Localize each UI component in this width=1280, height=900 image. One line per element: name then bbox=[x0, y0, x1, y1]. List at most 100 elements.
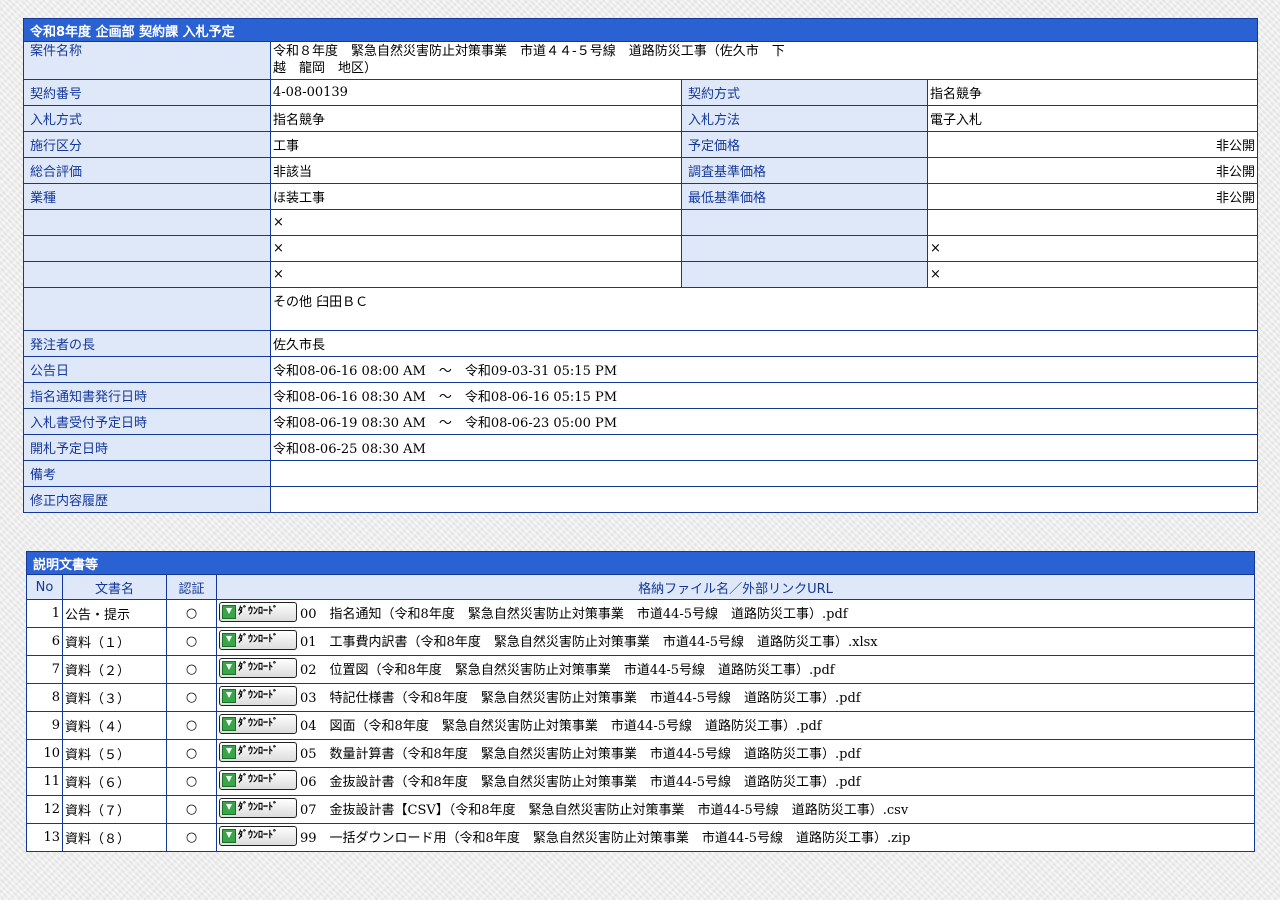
download-icon bbox=[222, 633, 236, 648]
doc-file-cell: ﾀﾞｳﾝﾛｰﾄﾞ 03 特記仕様書（令和8年度 緊急自然災害防止対策事業 市道44… bbox=[215, 683, 1256, 712]
document-row: 11 資料（６） ○ ﾀﾞｳﾝﾛｰﾄﾞ 06 金抜設計書（令和8年度 緊急自然災害防止対… bbox=[26, 767, 1256, 796]
survey-price-value: 非公開 bbox=[927, 157, 1258, 184]
download-button[interactable]: ﾀﾞｳﾝﾛｰﾄﾞ bbox=[219, 686, 297, 707]
doc-auth: ○ bbox=[166, 823, 217, 852]
history-value bbox=[270, 486, 1258, 513]
case-name-line1: 令和８年度 緊急自然災害防止対策事業 市道４４-５号線 道路防災工事（佐久市 下 bbox=[273, 44, 785, 59]
doc-name: 資料（１） bbox=[62, 627, 167, 656]
download-button[interactable]: ﾀﾞｳﾝﾛｰﾄﾞ bbox=[219, 742, 297, 763]
download-button-label: ﾀﾞｳﾝﾛｰﾄﾞ bbox=[238, 830, 278, 842]
download-button[interactable]: ﾀﾞｳﾝﾛｰﾄﾞ bbox=[219, 602, 297, 623]
contract-no-label: 契約番号 bbox=[23, 79, 271, 106]
doc-file-link[interactable]: 06 金抜設計書（令和8年度 緊急自然災害防止対策事業 市道44-5号線 道路防… bbox=[300, 775, 861, 790]
contract-method-value: 指名競争 bbox=[927, 79, 1258, 106]
document-row: 13 資料（８） ○ ﾀﾞｳﾝﾛｰﾄﾞ 99 一括ダウンロード用（令和8年度 緊急自然災… bbox=[26, 823, 1256, 852]
blank-label-3 bbox=[23, 261, 271, 288]
col-no-header: No bbox=[26, 574, 63, 600]
blank-label-2b bbox=[681, 235, 928, 262]
overall-label: 総合評価 bbox=[23, 157, 271, 184]
remarks-label: 備考 bbox=[23, 460, 271, 487]
orderer-label: 発注者の長 bbox=[23, 330, 271, 357]
bid-type-label: 入札方式 bbox=[23, 105, 271, 132]
col-auth-header: 認証 bbox=[166, 574, 217, 600]
download-button[interactable]: ﾀﾞｳﾝﾛｰﾄﾞ bbox=[219, 658, 297, 679]
x-value-1: × bbox=[270, 209, 682, 236]
doc-name: 資料（７） bbox=[62, 795, 167, 824]
doc-no: 12 bbox=[26, 795, 63, 824]
download-icon bbox=[222, 773, 236, 788]
document-row: 8 資料（３） ○ ﾀﾞｳﾝﾛｰﾄﾞ 03 特記仕様書（令和8年度 緊急自然災害防止対策… bbox=[26, 683, 1256, 712]
document-row: 7 資料（２） ○ ﾀﾞｳﾝﾛｰﾄﾞ 02 位置図（令和8年度 緊急自然災害防止対策事業… bbox=[26, 655, 1256, 684]
download-button[interactable]: ﾀﾞｳﾝﾛｰﾄﾞ bbox=[219, 630, 297, 651]
document-row: 12 資料（７） ○ ﾀﾞｳﾝﾛｰﾄﾞ 07 金抜設計書【CSV】（令和8年度 緊急自然… bbox=[26, 795, 1256, 824]
document-row: 1 公告・提示 ○ ﾀﾞｳﾝﾛｰﾄﾞ 00 指名通知（令和8年度 緊急自然災害防止対策事… bbox=[26, 599, 1256, 628]
bid-receipt-label: 入札書受付予定日時 bbox=[23, 408, 271, 435]
x-value-3b: × bbox=[927, 261, 1258, 288]
doc-name: 資料（２） bbox=[62, 655, 167, 684]
doc-file-link[interactable]: 04 図面（令和8年度 緊急自然災害防止対策事業 市道44-5号線 道路防災工事… bbox=[300, 719, 822, 734]
download-button-label: ﾀﾞｳﾝﾛｰﾄﾞ bbox=[238, 774, 278, 786]
download-button[interactable]: ﾀﾞｳﾝﾛｰﾄﾞ bbox=[219, 770, 297, 791]
download-icon bbox=[222, 689, 236, 704]
col-name-header: 文書名 bbox=[62, 574, 167, 600]
doc-name: 資料（４） bbox=[62, 711, 167, 740]
opening-label: 開札予定日時 bbox=[23, 434, 271, 461]
industry-value: ほ装工事 bbox=[270, 183, 682, 210]
download-button-label: ﾀﾞｳﾝﾛｰﾄﾞ bbox=[238, 690, 278, 702]
doc-file-link[interactable]: 05 数量計算書（令和8年度 緊急自然災害防止対策事業 市道44-5号線 道路防… bbox=[300, 747, 861, 762]
blank-label-other bbox=[23, 287, 271, 331]
other-value: その他 臼田ＢＣ bbox=[270, 287, 1258, 331]
survey-price-label: 調査基準価格 bbox=[681, 157, 928, 184]
doc-file-link[interactable]: 03 特記仕様書（令和8年度 緊急自然災害防止対策事業 市道44-5号線 道路防… bbox=[300, 691, 861, 706]
download-icon bbox=[222, 661, 236, 676]
blank-label-1b bbox=[681, 209, 928, 236]
doc-auth: ○ bbox=[166, 627, 217, 656]
download-button-label: ﾀﾞｳﾝﾛｰﾄﾞ bbox=[238, 718, 278, 730]
history-label: 修正内容履歴 bbox=[23, 486, 271, 513]
doc-auth: ○ bbox=[166, 599, 217, 628]
doc-file-link[interactable]: 01 工事費内訳書（令和8年度 緊急自然災害防止対策事業 市道44-5号線 道路… bbox=[300, 635, 878, 650]
doc-name: 資料（８） bbox=[62, 823, 167, 852]
planned-price-value: 非公開 bbox=[927, 131, 1258, 158]
download-icon bbox=[222, 829, 236, 844]
documents-table: 説明文書等 No 文書名 認証 格納ファイル名／外部リンクURL 1 公告・提示 ○… bbox=[25, 551, 1256, 852]
nomination-date-value: 令和08-06-16 08:30 AM ～ 令和08-06-16 05:15 P… bbox=[270, 382, 1258, 409]
bid-receipt-value: 令和08-06-19 08:30 AM ～ 令和08-06-23 05:00 P… bbox=[270, 408, 1258, 435]
doc-auth: ○ bbox=[166, 767, 217, 796]
orderer-value: 佐久市長 bbox=[270, 330, 1258, 357]
bid-type-value: 指名競争 bbox=[270, 105, 682, 132]
doc-file-link[interactable]: 07 金抜設計書【CSV】（令和8年度 緊急自然災害防止対策事業 市道44-5号… bbox=[300, 803, 908, 818]
industry-label: 業種 bbox=[23, 183, 271, 210]
download-button-label: ﾀﾞｳﾝﾛｰﾄﾞ bbox=[238, 634, 278, 646]
category-label: 施行区分 bbox=[23, 131, 271, 158]
overall-value: 非該当 bbox=[270, 157, 682, 184]
contract-method-label: 契約方式 bbox=[681, 79, 928, 106]
doc-auth: ○ bbox=[166, 795, 217, 824]
download-button-label: ﾀﾞｳﾝﾛｰﾄﾞ bbox=[238, 606, 278, 618]
download-button[interactable]: ﾀﾞｳﾝﾛｰﾄﾞ bbox=[219, 714, 297, 735]
doc-file-cell: ﾀﾞｳﾝﾛｰﾄﾞ 04 図面（令和8年度 緊急自然災害防止対策事業 市道44-5号… bbox=[215, 711, 1256, 740]
bid-method-label: 入札方法 bbox=[681, 105, 928, 132]
planned-price-label: 予定価格 bbox=[681, 131, 928, 158]
doc-name: 資料（５） bbox=[62, 739, 167, 768]
doc-file-cell: ﾀﾞｳﾝﾛｰﾄﾞ 05 数量計算書（令和8年度 緊急自然災害防止対策事業 市道44… bbox=[215, 739, 1256, 768]
doc-file-link[interactable]: 00 指名通知（令和8年度 緊急自然災害防止対策事業 市道44-5号線 道路防災… bbox=[300, 607, 848, 622]
bid-info-table: 令和8年度 企画部 契約課 入札予定 案件名称 令和８年度 緊急自然災害防止対策… bbox=[23, 18, 1258, 513]
nomination-date-label: 指名通知書発行日時 bbox=[23, 382, 271, 409]
bid-method-value: 電子入札 bbox=[927, 105, 1258, 132]
doc-file-link[interactable]: 99 一括ダウンロード用（令和8年度 緊急自然災害防止対策事業 市道44-5号線… bbox=[300, 831, 910, 846]
download-button[interactable]: ﾀﾞｳﾝﾛｰﾄﾞ bbox=[219, 826, 297, 847]
doc-file-link[interactable]: 02 位置図（令和8年度 緊急自然災害防止対策事業 市道44-5号線 道路防災工… bbox=[300, 663, 835, 678]
blank-value-1b bbox=[927, 209, 1258, 236]
download-icon bbox=[222, 745, 236, 760]
doc-no: 10 bbox=[26, 739, 63, 768]
col-file-header: 格納ファイル名／外部リンクURL bbox=[215, 574, 1256, 600]
x-value-2: × bbox=[270, 235, 682, 262]
download-button[interactable]: ﾀﾞｳﾝﾛｰﾄﾞ bbox=[219, 798, 297, 819]
documents-title: 説明文書等 bbox=[25, 551, 1256, 575]
download-button-label: ﾀﾞｳﾝﾛｰﾄﾞ bbox=[238, 662, 278, 674]
doc-no: 7 bbox=[26, 655, 63, 684]
doc-no: 8 bbox=[26, 683, 63, 712]
x-value-3: × bbox=[270, 261, 682, 288]
min-price-value: 非公開 bbox=[927, 183, 1258, 210]
